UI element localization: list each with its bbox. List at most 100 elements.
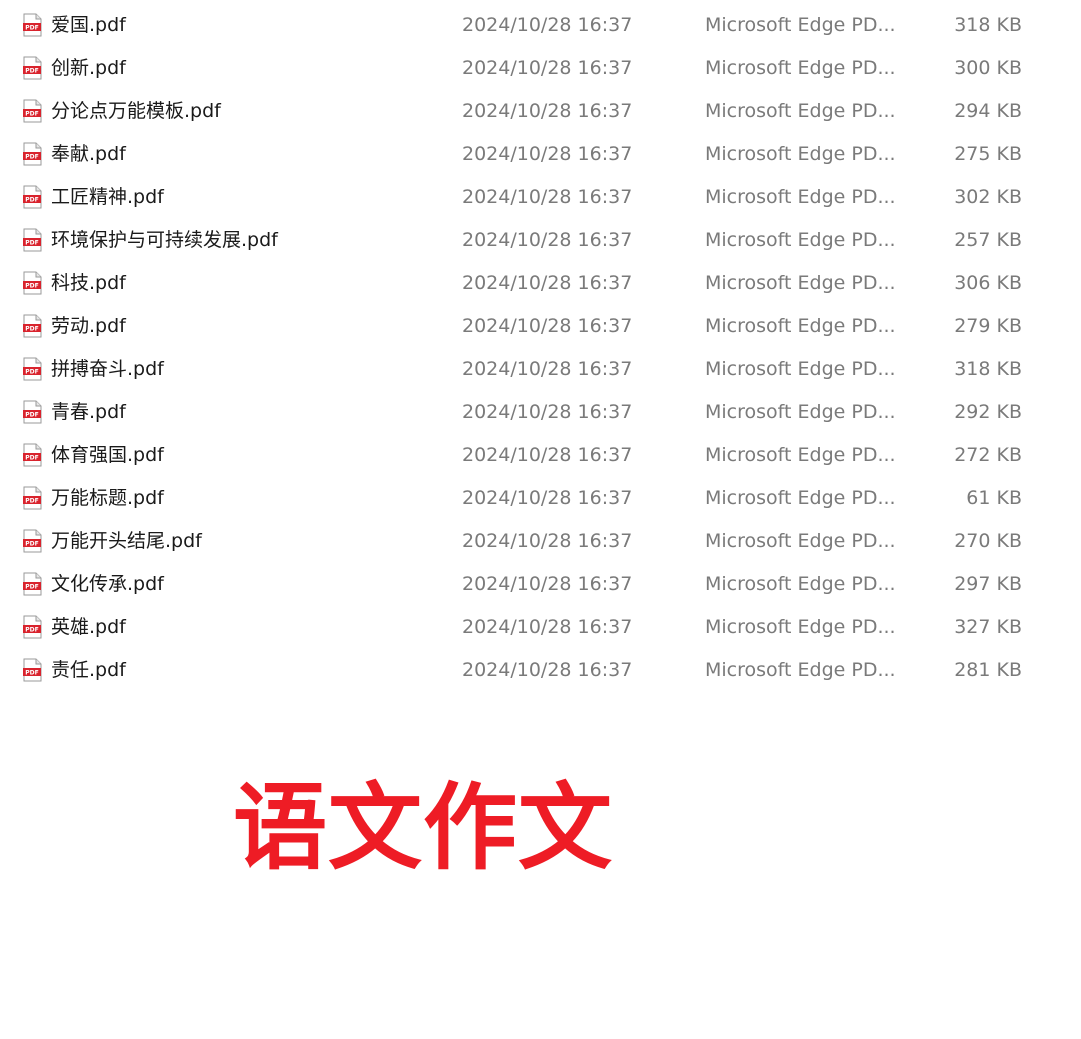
file-size: 318 KB bbox=[954, 358, 1022, 380]
file-size: 294 KB bbox=[954, 100, 1022, 122]
pdf-file-icon: PDF bbox=[23, 13, 42, 37]
file-name[interactable]: 体育强国.pdf bbox=[51, 443, 164, 467]
file-name[interactable]: 青春.pdf bbox=[51, 400, 126, 424]
file-name[interactable]: 责任.pdf bbox=[51, 658, 126, 682]
svg-text:PDF: PDF bbox=[25, 283, 38, 290]
file-size: 327 KB bbox=[954, 616, 1022, 638]
file-row[interactable]: PDF 奉献.pdf 2024/10/28 16:37 Microsoft Edge … bbox=[0, 142, 1081, 190]
file-name[interactable]: 英雄.pdf bbox=[51, 615, 126, 639]
file-type: Microsoft Edge PD... bbox=[705, 530, 896, 552]
file-row[interactable]: PDF 责任.pdf 2024/10/28 16:37 Microsoft Edge … bbox=[0, 658, 1081, 706]
file-name[interactable]: 文化传承.pdf bbox=[51, 572, 164, 596]
pdf-file-icon: PDF bbox=[23, 615, 42, 639]
file-size: 300 KB bbox=[954, 57, 1022, 79]
file-size: 292 KB bbox=[954, 401, 1022, 423]
file-size: 272 KB bbox=[954, 444, 1022, 466]
file-modified-date: 2024/10/28 16:37 bbox=[462, 530, 633, 552]
file-modified-date: 2024/10/28 16:37 bbox=[462, 229, 633, 251]
file-modified-date: 2024/10/28 16:37 bbox=[462, 659, 633, 681]
pdf-file-icon: PDF bbox=[23, 142, 42, 166]
svg-text:PDF: PDF bbox=[25, 541, 38, 548]
file-name[interactable]: 分论点万能模板.pdf bbox=[51, 99, 221, 123]
file-row[interactable]: PDF 拼搏奋斗.pdf 2024/10/28 16:37 Microsoft Edg… bbox=[0, 357, 1081, 405]
svg-text:PDF: PDF bbox=[25, 111, 38, 118]
file-modified-date: 2024/10/28 16:37 bbox=[462, 14, 633, 36]
pdf-file-icon: PDF bbox=[23, 658, 42, 682]
file-size: 61 KB bbox=[966, 487, 1022, 509]
pdf-file-icon: PDF bbox=[23, 99, 42, 123]
file-row[interactable]: PDF 文化传承.pdf 2024/10/28 16:37 Microsoft Edg… bbox=[0, 572, 1081, 620]
file-size: 306 KB bbox=[954, 272, 1022, 294]
file-modified-date: 2024/10/28 16:37 bbox=[462, 272, 633, 294]
file-type: Microsoft Edge PD... bbox=[705, 186, 896, 208]
pdf-file-icon: PDF bbox=[23, 443, 42, 467]
file-row[interactable]: PDF 青春.pdf 2024/10/28 16:37 Microsoft Edge … bbox=[0, 400, 1081, 448]
file-row[interactable]: PDF 分论点万能模板.pdf 2024/10/28 16:37 Microsoft … bbox=[0, 99, 1081, 147]
file-name[interactable]: 万能开头结尾.pdf bbox=[51, 529, 202, 553]
file-name[interactable]: 拼搏奋斗.pdf bbox=[51, 357, 164, 381]
file-name[interactable]: 科技.pdf bbox=[51, 271, 126, 295]
file-size: 270 KB bbox=[954, 530, 1022, 552]
svg-text:PDF: PDF bbox=[25, 154, 38, 161]
file-row[interactable]: PDF 体育强国.pdf 2024/10/28 16:37 Microsoft Edg… bbox=[0, 443, 1081, 491]
file-size: 302 KB bbox=[954, 186, 1022, 208]
pdf-file-icon: PDF bbox=[23, 486, 42, 510]
file-list: PDF 爱国.pdf 2024/10/28 16:37 Microsoft Edge … bbox=[0, 0, 1081, 706]
pdf-file-icon: PDF bbox=[23, 228, 42, 252]
file-type: Microsoft Edge PD... bbox=[705, 487, 896, 509]
pdf-file-icon: PDF bbox=[23, 185, 42, 209]
file-row[interactable]: PDF 英雄.pdf 2024/10/28 16:37 Microsoft Edge … bbox=[0, 615, 1081, 663]
file-modified-date: 2024/10/28 16:37 bbox=[462, 57, 633, 79]
file-type: Microsoft Edge PD... bbox=[705, 57, 896, 79]
svg-text:PDF: PDF bbox=[25, 197, 38, 204]
svg-text:PDF: PDF bbox=[25, 369, 38, 376]
file-size: 257 KB bbox=[954, 229, 1022, 251]
file-modified-date: 2024/10/28 16:37 bbox=[462, 487, 633, 509]
file-type: Microsoft Edge PD... bbox=[705, 659, 896, 681]
pdf-file-icon: PDF bbox=[23, 314, 42, 338]
svg-text:PDF: PDF bbox=[25, 326, 38, 333]
file-type: Microsoft Edge PD... bbox=[705, 143, 896, 165]
file-name[interactable]: 创新.pdf bbox=[51, 56, 126, 80]
svg-text:PDF: PDF bbox=[25, 498, 38, 505]
svg-text:PDF: PDF bbox=[25, 68, 38, 75]
file-row[interactable]: PDF 环境保护与可持续发展.pdf 2024/10/28 16:37 Microso… bbox=[0, 228, 1081, 276]
file-modified-date: 2024/10/28 16:37 bbox=[462, 573, 633, 595]
file-row[interactable]: PDF 科技.pdf 2024/10/28 16:37 Microsoft Edge … bbox=[0, 271, 1081, 319]
file-size: 281 KB bbox=[954, 659, 1022, 681]
file-type: Microsoft Edge PD... bbox=[705, 14, 896, 36]
file-type: Microsoft Edge PD... bbox=[705, 100, 896, 122]
file-size: 275 KB bbox=[954, 143, 1022, 165]
file-modified-date: 2024/10/28 16:37 bbox=[462, 616, 633, 638]
file-modified-date: 2024/10/28 16:37 bbox=[462, 143, 633, 165]
pdf-file-icon: PDF bbox=[23, 271, 42, 295]
file-name[interactable]: 环境保护与可持续发展.pdf bbox=[51, 228, 278, 252]
pdf-file-icon: PDF bbox=[23, 572, 42, 596]
file-row[interactable]: PDF 创新.pdf 2024/10/28 16:37 Microsoft Edge … bbox=[0, 56, 1081, 104]
file-type: Microsoft Edge PD... bbox=[705, 315, 896, 337]
file-name[interactable]: 爱国.pdf bbox=[51, 13, 126, 37]
file-name[interactable]: 工匠精神.pdf bbox=[51, 185, 164, 209]
file-modified-date: 2024/10/28 16:37 bbox=[462, 186, 633, 208]
file-row[interactable]: PDF 爱国.pdf 2024/10/28 16:37 Microsoft Edge … bbox=[0, 13, 1081, 61]
file-row[interactable]: PDF 万能标题.pdf 2024/10/28 16:37 Microsoft Edg… bbox=[0, 486, 1081, 534]
file-type: Microsoft Edge PD... bbox=[705, 444, 896, 466]
svg-text:PDF: PDF bbox=[25, 240, 38, 247]
file-row[interactable]: PDF 劳动.pdf 2024/10/28 16:37 Microsoft Edge … bbox=[0, 314, 1081, 362]
file-name[interactable]: 劳动.pdf bbox=[51, 314, 126, 338]
file-modified-date: 2024/10/28 16:37 bbox=[462, 401, 633, 423]
file-size: 318 KB bbox=[954, 14, 1022, 36]
file-size: 297 KB bbox=[954, 573, 1022, 595]
file-name[interactable]: 万能标题.pdf bbox=[51, 486, 164, 510]
pdf-file-icon: PDF bbox=[23, 56, 42, 80]
file-modified-date: 2024/10/28 16:37 bbox=[462, 315, 633, 337]
file-type: Microsoft Edge PD... bbox=[705, 229, 896, 251]
svg-text:PDF: PDF bbox=[25, 584, 38, 591]
file-row[interactable]: PDF 万能开头结尾.pdf 2024/10/28 16:37 Microsoft E… bbox=[0, 529, 1081, 577]
file-type: Microsoft Edge PD... bbox=[705, 272, 896, 294]
svg-text:PDF: PDF bbox=[25, 25, 38, 32]
pdf-file-icon: PDF bbox=[23, 357, 42, 381]
file-row[interactable]: PDF 工匠精神.pdf 2024/10/28 16:37 Microsoft Edg… bbox=[0, 185, 1081, 233]
file-name[interactable]: 奉献.pdf bbox=[51, 142, 126, 166]
file-size: 279 KB bbox=[954, 315, 1022, 337]
